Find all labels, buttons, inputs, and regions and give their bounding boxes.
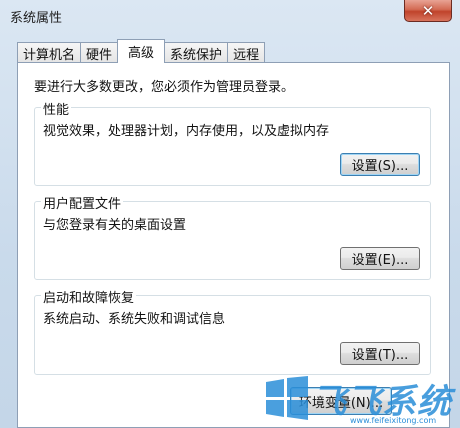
close-icon: ✕ — [421, 1, 435, 20]
site-watermark: 飞飞系统 www.feifeixitong.com — [264, 374, 460, 428]
user-profiles-group: 用户配置文件 与您登录有关的桌面设置 设置(E)... — [34, 193, 431, 280]
tab-hardware[interactable]: 硬件 — [80, 42, 119, 63]
startup-recovery-group: 启动和故障恢复 系统启动、系统失败和调试信息 设置(T)... — [34, 287, 431, 375]
startup-recovery-description: 系统启动、系统失败和调试信息 — [43, 312, 226, 327]
admin-notice: 要进行大多数更改，您必须作为管理员登录。 — [34, 80, 295, 95]
performance-settings-button[interactable]: 设置(S)... — [340, 153, 420, 176]
tab-system-protection[interactable]: 系统保护 — [164, 42, 229, 63]
windows-logo-icon — [266, 376, 308, 420]
tab-label: 硬件 — [86, 47, 113, 63]
tab-label: 系统保护 — [170, 47, 223, 63]
close-button[interactable]: ✕ — [404, 0, 452, 22]
tab-label: 高级 — [128, 46, 155, 61]
tab-remote[interactable]: 远程 — [227, 42, 266, 63]
tab-advanced[interactable]: 高级 — [117, 39, 166, 63]
tab-computer-name[interactable]: 计算机名 — [17, 42, 82, 63]
button-label: 设置(S)... — [351, 159, 409, 174]
performance-legend: 性能 — [41, 99, 72, 118]
watermark-url: www.feifeixitong.com — [350, 416, 437, 425]
performance-description: 视觉效果，处理器计划，内存使用，以及虚拟内存 — [43, 124, 330, 139]
tab-label: 计算机名 — [23, 47, 76, 63]
button-label: 设置(E)... — [351, 253, 409, 268]
startup-recovery-legend: 启动和故障恢复 — [41, 287, 137, 306]
user-profiles-legend: 用户配置文件 — [41, 193, 124, 212]
window-title: 系统属性 — [10, 11, 63, 26]
tab-label: 远程 — [233, 47, 260, 63]
title-bar[interactable]: 系统属性 ✕ — [0, 0, 460, 34]
performance-group: 性能 视觉效果，处理器计划，内存使用，以及虚拟内存 设置(S)... — [34, 99, 431, 186]
startup-recovery-settings-button[interactable]: 设置(T)... — [340, 342, 420, 365]
button-label: 设置(T)... — [351, 348, 409, 363]
user-profiles-settings-button[interactable]: 设置(E)... — [340, 247, 420, 270]
user-profiles-description: 与您登录有关的桌面设置 — [43, 218, 187, 233]
system-properties-window: 系统属性 ✕ 计算机名 硬件 高级 系统保护 远程 要进行大多数更改，您必须作为… — [0, 0, 460, 428]
tab-strip: 计算机名 硬件 高级 系统保护 远程 — [17, 39, 266, 63]
